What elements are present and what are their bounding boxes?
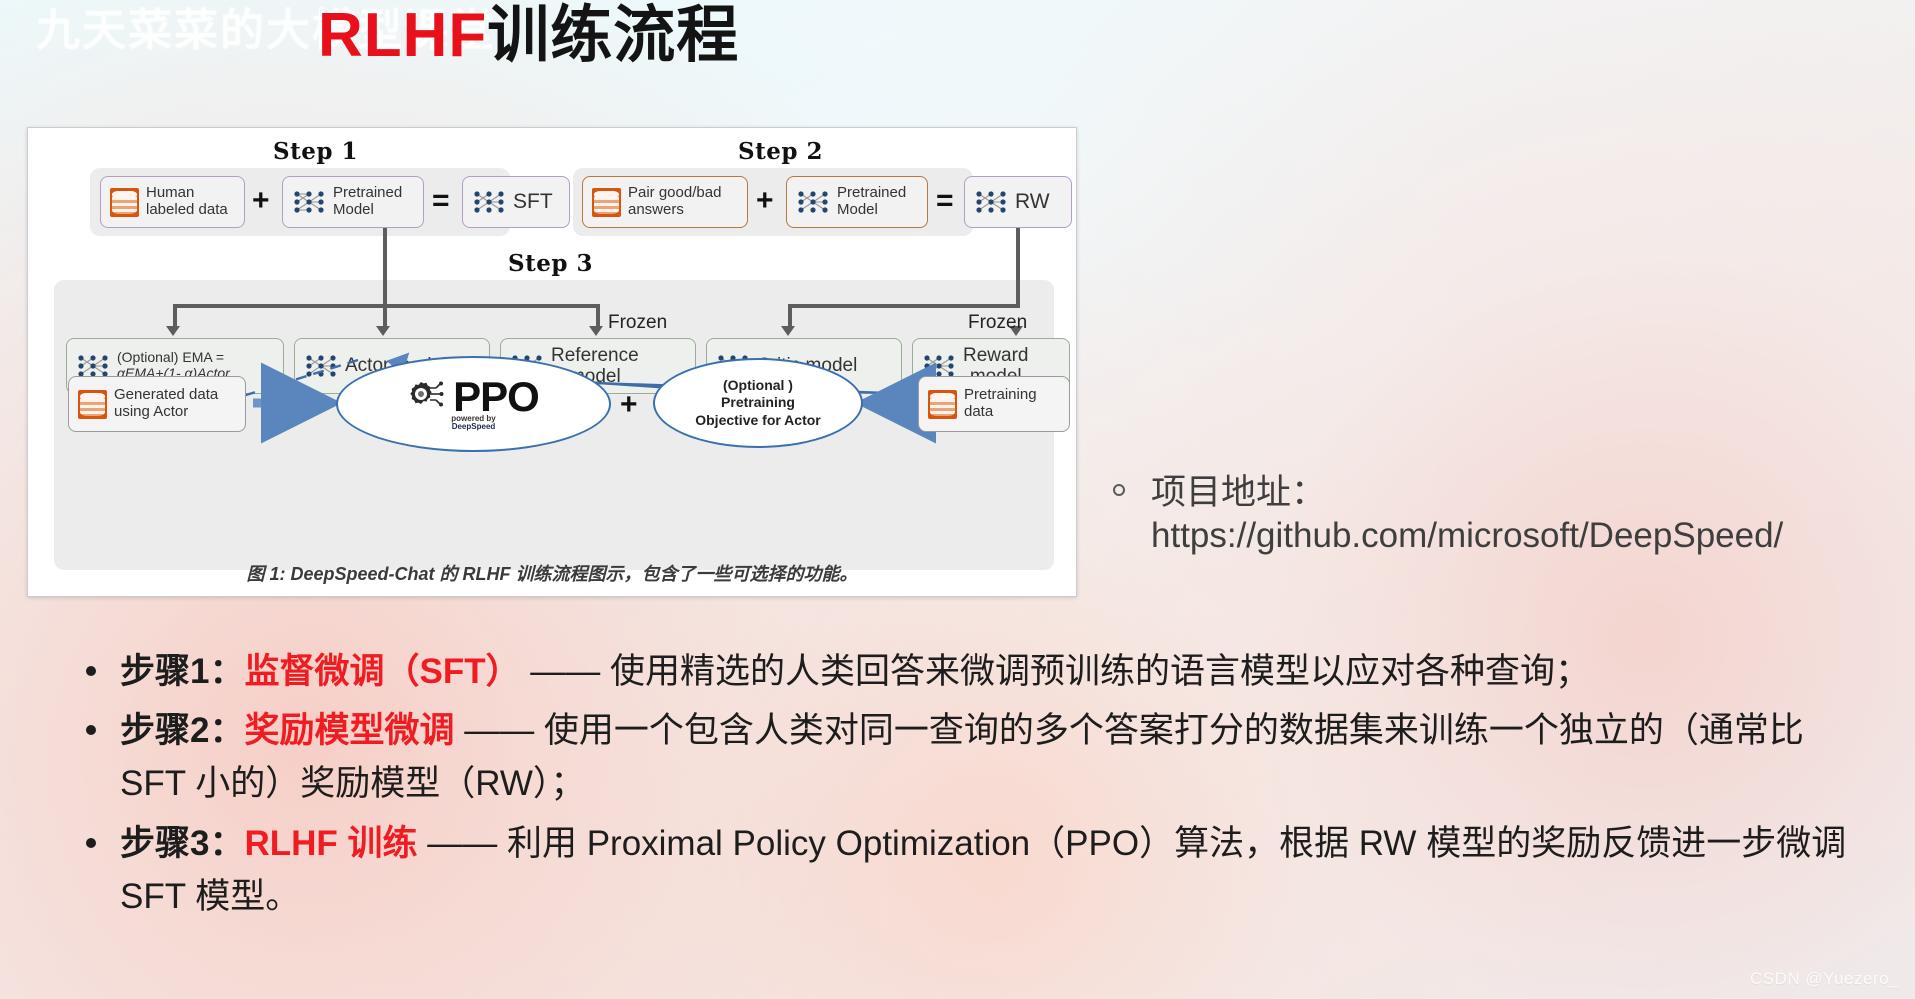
connector-left-horizontal [173, 304, 598, 308]
neural-net-icon [292, 189, 326, 215]
step2-plus-operator: + [756, 184, 774, 217]
step2-rw-label: RW [1015, 190, 1050, 214]
connector-sft-vertical [383, 228, 387, 326]
step2-data-label: Pair good/bad answers [628, 184, 722, 218]
step-prefix: 步骤2： [120, 711, 245, 751]
list-item: 步骤1：监督微调（SFT） —— 使用精选的人类回答来微调预训练的语言模型以应对… [78, 645, 1878, 698]
connector-reference-drop [596, 304, 600, 328]
neural-net-icon [974, 189, 1008, 215]
arrowhead-icon [166, 326, 180, 336]
database-icon [78, 389, 107, 419]
step2-model-label: Pretrained Model [837, 184, 907, 218]
neural-net-icon [796, 189, 830, 215]
arrowhead-icon [589, 326, 603, 336]
step2-pair-answers-box: Pair good/bad answers [582, 176, 748, 228]
step1-data-label: Human labeled data [146, 184, 228, 218]
optional-objective-text: (Optional ) Pretraining Objective for Ac… [695, 376, 821, 428]
project-address-text: 项目地址： https://github.com/microsoft/DeepSp… [1113, 472, 1903, 557]
project-address-url[interactable]: https://github.com/microsoft/DeepSpeed/ [1151, 516, 1783, 555]
project-address-note: 项目地址： https://github.com/microsoft/DeepSp… [1113, 472, 1903, 557]
ppo-ellipse: PPO powered by DeepSpeed [336, 356, 611, 452]
step-1-label: Step 1 [273, 138, 358, 165]
step1-sft-box: SFT [462, 176, 570, 228]
bullet-dot-icon [86, 725, 96, 736]
connector-ema-drop [173, 304, 177, 328]
ppo-row: PPO [408, 372, 540, 420]
neural-net-icon [472, 189, 506, 215]
ppo-powered-by: powered by DeepSpeed [451, 413, 496, 431]
database-icon [928, 389, 957, 419]
neural-net-icon [304, 353, 338, 379]
step-prefix: 步骤1： [120, 652, 245, 691]
connector-rw-vertical [1016, 228, 1020, 304]
step2-rw-box: RW [964, 176, 1072, 228]
bullet-dot-icon [86, 666, 96, 676]
project-address-label: 项目地址： [1151, 473, 1327, 512]
slide-canvas: 九天菜菜的大模型课堂 RLHF训练流程 Step 1 Step 2 Step 3… [0, 0, 1915, 999]
csdn-watermark: CSDN @Yuezero_ [1750, 969, 1899, 988]
hollow-bullet-icon [1113, 484, 1125, 496]
step1-plus-operator: + [252, 184, 270, 217]
step1-equals-operator: = [432, 184, 450, 217]
step3-generated-data-box: Generated data using Actor [68, 376, 246, 432]
step-prefix: 步骤3： [120, 823, 245, 863]
step-highlight: 奖励模型微调 [244, 711, 455, 751]
rlhf-figure-card: Step 1 Step 2 Step 3 Human labeled data … [27, 127, 1077, 597]
step2-equals-operator: = [936, 184, 954, 217]
database-icon [110, 187, 139, 217]
step-highlight: RLHF 训练 [244, 823, 418, 863]
step3-pretraining-data-box: Pretraining data [918, 376, 1070, 432]
step3-generated-label: Generated data using Actor [114, 386, 219, 420]
frozen-label-right: Frozen [968, 312, 1028, 333]
figure-caption: 图 1: DeepSpeed-Chat 的 RLHF 训练流程图示，包含了一些可… [246, 564, 858, 584]
frozen-label-left: Frozen [608, 312, 668, 333]
step2-pretrained-model-box: Pretrained Model [786, 176, 928, 228]
page-title: RLHF训练流程 [318, 1, 740, 70]
gear-chip-icon [408, 377, 448, 416]
list-item: 步骤2：奖励模型微调 —— 使用一个包含人类对同一查询的多个答案打分的数据集来训… [78, 704, 1878, 810]
arrowhead-icon [781, 326, 795, 336]
figure-inner: Step 1 Step 2 Step 3 Human labeled data … [28, 128, 1076, 596]
step1-pretrained-model-box: Pretrained Model [282, 176, 424, 228]
step1-sft-label: SFT [513, 190, 553, 214]
step-2-label: Step 2 [738, 138, 823, 165]
bullet-dot-icon [86, 837, 96, 848]
step3-plus-operator: + [620, 388, 638, 421]
step1-model-label: Pretrained Model [333, 184, 403, 218]
page-title-red: RLHF [318, 1, 488, 70]
steps-list: 步骤1：监督微调（SFT） —— 使用精选的人类回答来微调预训练的语言模型以应对… [78, 645, 1878, 929]
page-title-black: 训练流程 [487, 1, 740, 70]
list-item: 步骤3：RLHF 训练 —— 利用 Proximal Policy Optimi… [78, 817, 1878, 923]
step-3-label: Step 3 [508, 250, 593, 277]
step3-pretraining-label: Pretraining data [964, 386, 1037, 420]
database-icon [592, 187, 621, 217]
ppo-label: PPO [453, 372, 540, 420]
deepspeed-brand: DeepSpeed [451, 421, 496, 431]
arrowhead-icon [376, 326, 390, 336]
step1-human-labeled-data-box: Human labeled data [100, 176, 245, 228]
connector-critic-drop [788, 304, 792, 328]
optional-objective-ellipse: (Optional ) Pretraining Objective for Ac… [653, 358, 863, 448]
connector-right-horizontal [788, 304, 1020, 308]
step-highlight: 监督微调（SFT） [244, 652, 521, 691]
step-body: —— 使用精选的人类回答来微调预训练的语言模型以应对各种查询； [520, 652, 1591, 691]
